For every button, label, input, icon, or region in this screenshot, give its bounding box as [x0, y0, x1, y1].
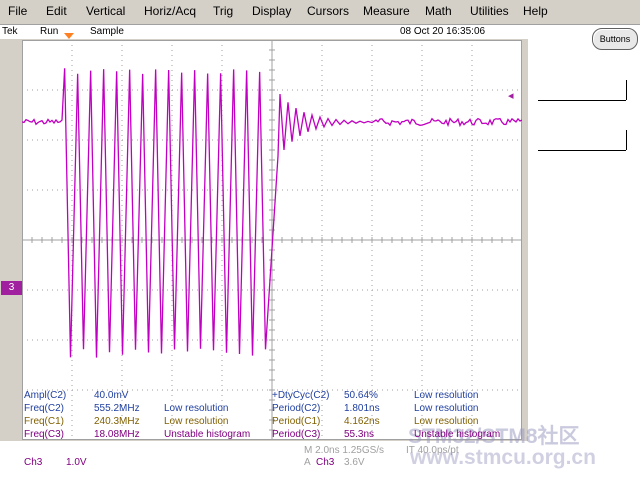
- readout-tick-1: [626, 80, 627, 100]
- waveform-graticule: [21, 39, 523, 441]
- menu-math[interactable]: Math: [425, 4, 452, 18]
- measurement-note: Low resolution: [164, 403, 229, 414]
- measurement-value: 555.2MHz: [94, 403, 140, 414]
- measurement-note: Low resolution: [414, 390, 479, 401]
- menu-help[interactable]: Help: [523, 4, 548, 18]
- measurement-label: Freq(C1): [24, 416, 65, 427]
- trigger-level-readout: 3.6V: [344, 457, 365, 468]
- menu-edit[interactable]: Edit: [46, 4, 67, 18]
- datetime: 08 Oct 20 16:35:06: [400, 26, 486, 37]
- measurement-note: Low resolution: [414, 403, 479, 414]
- menu-cursors[interactable]: Cursors: [307, 4, 349, 18]
- trigger-icon: A: [304, 457, 311, 468]
- measurement-note: Low resolution: [164, 416, 229, 427]
- trigger-level-marker[interactable]: ◂: [508, 91, 514, 102]
- menu-file[interactable]: File: [8, 4, 27, 18]
- measurement-label: Period(C3): [272, 429, 321, 440]
- side-panel: [528, 25, 640, 480]
- measurement-note: Unstable histogram: [164, 429, 251, 440]
- channel-label: Ch3: [24, 457, 43, 468]
- readout-line-1: [538, 100, 626, 101]
- watermark-url: www.stmcu.org.cn: [410, 446, 596, 469]
- measurement-value: 240.3MHz: [94, 416, 140, 427]
- measurement-value: 4.162ns: [344, 416, 380, 427]
- menu-bar: File Edit Vertical Horiz/Acq Trig Displa…: [0, 0, 640, 25]
- menu-vertical[interactable]: Vertical: [86, 4, 125, 18]
- run-status[interactable]: Run: [40, 26, 58, 37]
- buttons-toggle-button[interactable]: Buttons: [592, 28, 638, 50]
- measurement-note: Unstable histogram: [414, 429, 501, 440]
- measurement-label: Ampl(C2): [24, 390, 67, 401]
- trigger-position-icon[interactable]: [64, 33, 74, 39]
- channel-3-ground-marker[interactable]: 3: [1, 281, 22, 295]
- menu-trig[interactable]: Trig: [213, 4, 233, 18]
- measurement-label: Freq(C2): [24, 403, 65, 414]
- measurement-label: +DtyCyc(C2): [272, 390, 330, 401]
- measurement-value: 1.801ns: [344, 403, 380, 414]
- menu-measure[interactable]: Measure: [363, 4, 410, 18]
- measurement-value: 40.0mV: [94, 390, 129, 401]
- menu-utilities[interactable]: Utilities: [470, 4, 509, 18]
- measurement-value: 55.3ns: [344, 429, 375, 440]
- brand-label: Tek: [2, 26, 18, 37]
- scope-display[interactable]: [21, 39, 523, 441]
- acq-mode: Sample: [90, 26, 124, 37]
- measurement-label: Period(C2): [272, 403, 321, 414]
- timebase-readout: M 2.0ns 1.25GS/s: [304, 445, 385, 456]
- measurement-note: Low resolution: [414, 416, 479, 427]
- measurement-value: 18.08MHz: [94, 429, 140, 440]
- status-bar: Tek Run Sample 08 Oct 20 16:35:06: [0, 25, 528, 39]
- readout-line-2: [538, 150, 626, 151]
- menu-horiz-acq[interactable]: Horiz/Acq: [144, 4, 196, 18]
- trigger-source: Ch3: [316, 457, 335, 468]
- menu-display[interactable]: Display: [252, 4, 291, 18]
- measurement-label: Period(C1): [272, 416, 321, 427]
- readout-tick-2: [626, 130, 627, 150]
- measurement-label: Freq(C3): [24, 429, 65, 440]
- measurement-value: 50.64%: [344, 390, 378, 401]
- channel-scale: 1.0V: [66, 457, 87, 468]
